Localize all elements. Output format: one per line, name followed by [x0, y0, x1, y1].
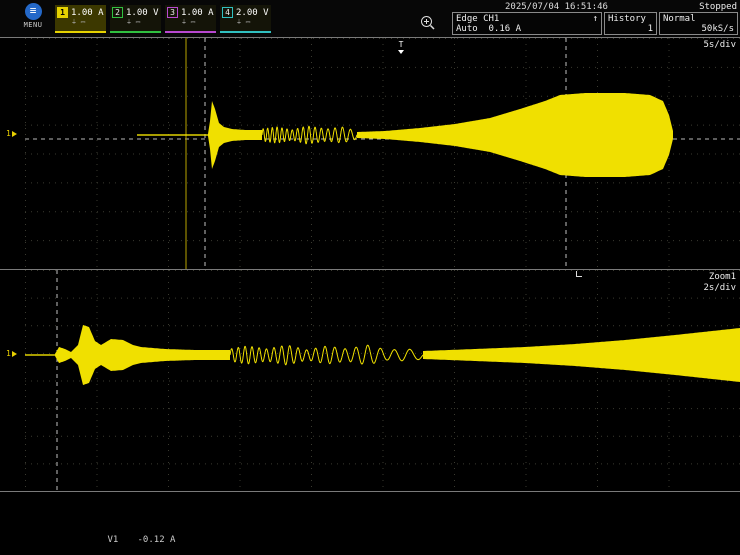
- trigger-mode-level: Auto 0.16 A: [456, 24, 522, 34]
- channel-indicator-1[interactable]: 1 1.00 A ⏚ ⎓: [55, 5, 106, 33]
- acquisition-box[interactable]: Normal 50kS/s: [659, 12, 738, 35]
- trigger-position-marker[interactable]: T: [398, 41, 404, 54]
- cursor-measurements: V1-0.12 A V2-1.11 A ΔT24.064 s 1/ΔT41.55…: [75, 500, 192, 555]
- channel-number-badge: 1: [57, 7, 68, 18]
- channel-indicators: 1 1.00 A ⏚ ⎓ 2 1.00 V ⏚ ⎓ 3 1.00 A ⏚ ⎓ 4…: [55, 5, 271, 33]
- zoom-position-marker[interactable]: [576, 271, 582, 277]
- oscilloscope-screen: ≡ MENU 1 1.00 A ⏚ ⎓ 2 1.00 V ⏚ ⎓ 3 1.00 …: [0, 0, 740, 555]
- channel-scale-value: 2.00 V: [236, 7, 269, 18]
- auto-measurements-right: Min(C1)-0.80 A: [545, 527, 673, 555]
- coupling-icon: ⏚ ⎓: [71, 19, 86, 26]
- channel-indicator-3[interactable]: 3 1.00 A ⏚ ⎓: [165, 5, 216, 33]
- channel-scale-value: 1.00 V: [126, 7, 159, 18]
- menu-button[interactable]: ≡ MENU: [14, 3, 52, 29]
- top-bar: ≡ MENU 1 1.00 A ⏚ ⎓ 2 1.00 V ⏚ ⎓ 3 1.00 …: [0, 0, 740, 37]
- zoom-waveform-display: [25, 270, 740, 491]
- coupling-icon: ⏚ ⎓: [126, 19, 141, 26]
- trigger-source: Edge CH1: [456, 14, 500, 24]
- measurement-row: V1 -0.12 A: [107, 534, 176, 545]
- channel-indicator-2[interactable]: 2 1.00 V ⏚ ⎓: [110, 5, 161, 33]
- trigger-marker-label: T: [398, 40, 404, 49]
- measurement-row: Max(C1)0.67 A: [352, 550, 491, 555]
- channel-indicator-4[interactable]: 4 2.00 V ⏚ ⎓: [220, 5, 271, 33]
- channel-number-badge: 2: [112, 7, 123, 18]
- menu-icon: ≡: [24, 3, 42, 20]
- search-zoom-icon[interactable]: [419, 14, 437, 36]
- run-status: Stopped: [699, 2, 737, 12]
- acq-mode: Normal: [663, 14, 696, 24]
- panel-divider-bottom: [0, 491, 740, 492]
- main-timebase: 5s/div: [703, 40, 736, 50]
- zoom-timebase: 2s/div: [703, 283, 736, 293]
- auto-measurements-left: Max(C1)0.67 A Rms(C1)293.964mA: [352, 527, 491, 555]
- channel-number-badge: 4: [222, 7, 233, 18]
- acq-sample-rate: 50kS/s: [701, 24, 734, 34]
- menu-label: MENU: [23, 21, 43, 29]
- datetime: 2025/07/04 16:51:46: [505, 2, 608, 12]
- channel1-position-marker-main[interactable]: 1: [6, 130, 17, 138]
- trigger-settings[interactable]: Edge CH1 ↑ Auto 0.16 A: [452, 12, 602, 35]
- zoom-title: Zoom1: [708, 272, 736, 282]
- main-waveform-display: [25, 38, 740, 269]
- channel1-position-marker-zoom[interactable]: 1: [6, 350, 17, 358]
- trigger-marker-arrow-icon: [398, 50, 404, 54]
- measurement-row: Min(C1)-0.80 A: [545, 550, 673, 555]
- channel-scale-value: 1.00 A: [71, 7, 104, 18]
- history-label: History: [608, 14, 646, 24]
- history-value: 1: [647, 24, 653, 34]
- coupling-icon: ⏚ ⎓: [236, 19, 251, 26]
- channel-scale-value: 1.00 A: [181, 7, 214, 18]
- channel-number-badge: 3: [167, 7, 178, 18]
- marker-arrow-icon: [11, 351, 17, 357]
- trigger-edge-icon: ↑: [592, 14, 598, 24]
- marker-arrow-icon: [11, 131, 17, 137]
- coupling-icon: ⏚ ⎓: [181, 19, 196, 26]
- history-box[interactable]: History 1: [604, 12, 657, 35]
